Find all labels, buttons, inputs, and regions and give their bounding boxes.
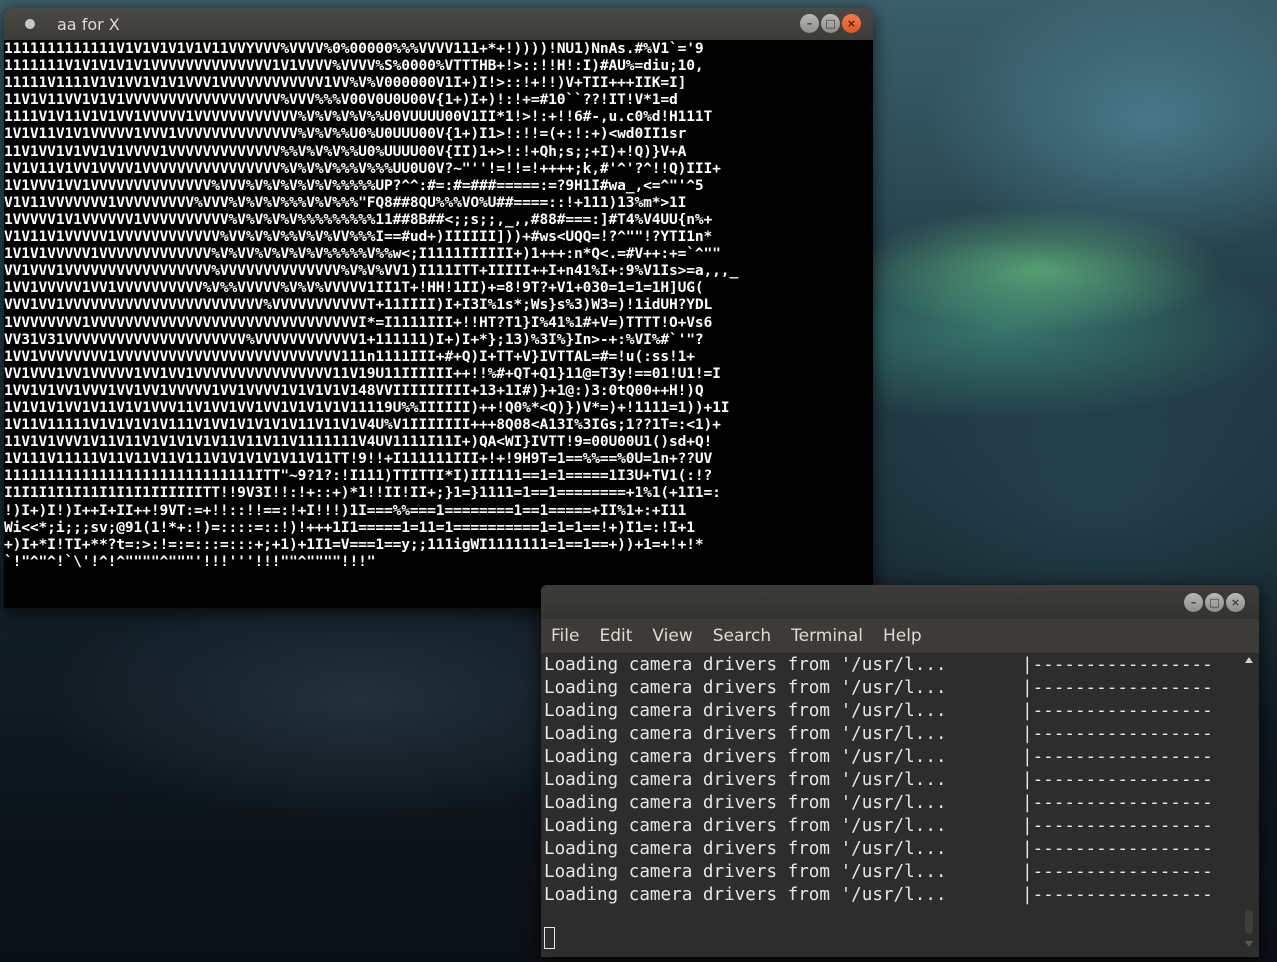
close-icon: ×: [846, 17, 857, 30]
close-button[interactable]: ×: [842, 14, 861, 33]
terminal-window[interactable]: – □ × File Edit View Search Terminal Hel…: [541, 585, 1259, 957]
aa-window-titlebar[interactable]: aa for X – □ ×: [4, 8, 873, 40]
terminal-scrollbar[interactable]: [1243, 655, 1255, 951]
minimize-button[interactable]: –: [800, 14, 819, 33]
terminal-line-text: Loading camera drivers from '/usr/l...: [544, 885, 947, 905]
terminal-line-text: Loading camera drivers from '/usr/l...: [544, 701, 947, 721]
ascii-art-line: 11V1VV1V1VV1V1VVVV1VVVVVVVVVVVVV%%V%V%V%…: [4, 142, 687, 160]
ascii-art-line: VV1VVV1VV1VVVVV1VV1VV1VVVVVVVVVVVVVVVV11…: [4, 364, 721, 382]
ascii-art-line: 1VV1V1VV1VVV1VV1VV1VVVVV1VV1VVVV1V1V1V1V…: [4, 381, 704, 399]
ascii-art-line: VV1VVV1VVVVVVVVVVVVVVVVV%VVVVVVVVVVVVVV%…: [4, 262, 739, 280]
ascii-art-line: Wi<<*;i;;;sv;@91(1!*+:!)=::::=::!)!+++1I…: [4, 518, 695, 536]
terminal-line-text: Loading camera drivers from '/usr/l...: [544, 747, 947, 767]
maximize-icon: □: [825, 17, 836, 30]
close-icon: ×: [1230, 596, 1241, 609]
ascii-art-line: 11V1V1VVV1V11V11V1V1V1V1V11V11V11V111111…: [4, 433, 713, 451]
terminal-line-text: Loading camera drivers from '/usr/l...: [544, 770, 947, 790]
minimize-icon: –: [1190, 596, 1197, 609]
terminal-line: Loading camera drivers from '/usr/l... |-…: [544, 815, 1237, 838]
ascii-art-line: 1V11V11111V1V1V1V1V111V1VV1V1V1V1V11V11V…: [4, 416, 721, 434]
terminal-line-text: Loading camera drivers from '/usr/l...: [544, 839, 947, 859]
menu-edit[interactable]: Edit: [599, 626, 632, 646]
ascii-art-line: 1VV1VVVVVVVV1VVVVVVVVVVVVVVVVVVVVVVVVVV1…: [4, 347, 695, 365]
ascii-art-line: 11V1V11VV1V1V1VVVVVVVVVVVVVVVVVV%VVV%%%V…: [4, 91, 678, 109]
terminal-progress-bar: |-----------------: [1022, 885, 1213, 905]
terminal-progress-bar: |-----------------: [1022, 655, 1213, 675]
terminal-progress-bar: |-----------------: [1022, 862, 1213, 882]
scroll-down-icon[interactable]: [1245, 941, 1253, 947]
terminal-menubar: File Edit View Search Terminal Help: [541, 619, 1259, 653]
menu-file[interactable]: File: [551, 626, 579, 646]
terminal-body[interactable]: Loading camera drivers from '/usr/l... |-…: [541, 653, 1259, 957]
terminal-line: Loading camera drivers from '/usr/l... |-…: [544, 677, 1237, 700]
terminal-progress-bar: |-----------------: [1022, 816, 1213, 836]
ascii-art-line: VVV1VV1VVVVVVVVVVVVVVVVVVVVVVV%VVVVVVVVV…: [4, 296, 713, 314]
ascii-art-line: !)I+)I!)I++I+II++!9VT:=+!!::!!==:!+I!!!)…: [4, 501, 687, 519]
terminal-line: Loading camera drivers from '/usr/l... |-…: [544, 838, 1237, 861]
ascii-art-line: +)I+*I!TI+**?t=:>:!=:=:::=:::+;+1)+1I1=V…: [4, 535, 704, 553]
terminal-line: Loading camera drivers from '/usr/l... |-…: [544, 769, 1237, 792]
ascii-art-line: 1V1V11V1V1VVVVV1VVV1VVVVVVVVVVVVVV%V%V%%…: [4, 125, 687, 143]
terminal-output: Loading camera drivers from '/usr/l... |-…: [544, 654, 1237, 907]
aa-window-title: aa for X: [57, 14, 120, 34]
terminal-minimize-button[interactable]: –: [1184, 593, 1203, 612]
ascii-art-line: 1111111V1V1V1V1V1VVVVVVVVVVVVVV1V1VVVV%V…: [4, 57, 704, 75]
menu-terminal[interactable]: Terminal: [791, 626, 863, 646]
ascii-art-line: 1VVVVVVVV1VVVVVVVVVVVVVVVVVVVVVVVVVVVVVV…: [4, 313, 713, 331]
ascii-art-line: 1V1VVV1VV1VVVVVVVVVVVVVV%VVV%V%V%V%V%V%%…: [4, 176, 704, 194]
ascii-art-line: 1V111V11111V11V11V11V111V1V1V1V1V11V11TT…: [4, 450, 713, 468]
terminal-line-text: Loading camera drivers from '/usr/l...: [544, 816, 947, 836]
terminal-progress-bar: |-----------------: [1022, 793, 1213, 813]
terminal-line-text: Loading camera drivers from '/usr/l...: [544, 678, 947, 698]
terminal-line-text: Loading camera drivers from '/usr/l...: [544, 793, 947, 813]
terminal-line-text: Loading camera drivers from '/usr/l...: [544, 724, 947, 744]
ascii-art-line: 11111V1111V1V1VV1V1V1VVV1VVVVVVVVVVVV1VV…: [4, 74, 687, 92]
terminal-line: Loading camera drivers from '/usr/l... |-…: [544, 746, 1237, 769]
terminal-window-controls: – □ ×: [1184, 593, 1245, 612]
terminal-line-text: Loading camera drivers from '/usr/l...: [544, 862, 947, 882]
ascii-art-line: 1VV1VVVVV1VV1VVVVVVVVVV%V%%VVVVV%V%V%VVV…: [4, 279, 704, 297]
terminal-progress-bar: |-----------------: [1022, 839, 1213, 859]
terminal-line: Loading camera drivers from '/usr/l... |-…: [544, 654, 1237, 677]
aa-window[interactable]: aa for X – □ × 1111111111111V1V1V1V1V1V1…: [4, 8, 873, 608]
aa-window-controls: – □ ×: [800, 14, 861, 33]
menu-help[interactable]: Help: [883, 626, 922, 646]
ascii-art-line: 1V1V1V1VV1V11V1V1VVV11V1VV1VV1VV1V1V1V1V…: [4, 398, 730, 416]
ascii-art-line: 1V1V1VVVVV1VVVVVVVVVVVVV%V%VV%V%V%V%V%%%…: [4, 245, 721, 263]
menu-view[interactable]: View: [652, 626, 692, 646]
ascii-art-line: V1V11V1VVVVV1VVVVVVVVVVVV%VV%V%V%%V%V%VV…: [4, 228, 713, 246]
ascii-art-line: 1111V1V11V1V1VV1VVVVV1VVVVVVVVVVVV%V%V%V…: [4, 108, 713, 126]
maximize-button[interactable]: □: [821, 14, 840, 33]
ascii-art-line: I1I1I1I1I11I1I1I1IIIIIITT!!9V3I!!:!+::+)…: [4, 484, 721, 502]
scroll-up-icon[interactable]: [1245, 657, 1253, 663]
terminal-line: Loading camera drivers from '/usr/l... |-…: [544, 723, 1237, 746]
ascii-art-line: 1111111111111V1V1V1V1V1V11VVYVVV%VVVV%0%…: [4, 40, 704, 57]
terminal-line: Loading camera drivers from '/usr/l... |-…: [544, 700, 1237, 723]
terminal-progress-bar: |-----------------: [1022, 770, 1213, 790]
minimize-icon: –: [806, 17, 813, 30]
ascii-art-line: 1VVVVV1V1VVVVVV1VVVVVVVVVV%V%V%V%V%%%%%%…: [4, 210, 713, 228]
ascii-art-line: 11111111111111111111111111111ITT"~9?1?:!…: [4, 467, 713, 485]
ascii-art-line: VV31V31VVVVVVVVVVVVVVVVVVVVV%VVVVVVVVVVV…: [4, 330, 704, 348]
terminal-maximize-button[interactable]: □: [1205, 593, 1224, 612]
ascii-art-line: `!"^"^!`\'!^!^""""^"""'!!!'''!!!""^""""!…: [4, 552, 376, 570]
terminal-close-button[interactable]: ×: [1226, 593, 1245, 612]
maximize-icon: □: [1209, 596, 1220, 609]
terminal-progress-bar: |-----------------: [1022, 747, 1213, 767]
ascii-art-line: 1V1V11V1VV1VVVV1VVVVVVVVVVVVVVVV%V%V%V%%…: [4, 159, 721, 177]
ascii-art-canvas: 1111111111111V1V1V1V1V1V11VVYVVV%VVVV%0%…: [4, 40, 873, 608]
terminal-cursor: [544, 927, 555, 949]
window-menu-icon[interactable]: [25, 19, 35, 29]
scroll-thumb[interactable]: [1245, 910, 1253, 934]
terminal-progress-bar: |-----------------: [1022, 724, 1213, 744]
menu-search[interactable]: Search: [713, 626, 771, 646]
terminal-progress-bar: |-----------------: [1022, 678, 1213, 698]
terminal-line-text: Loading camera drivers from '/usr/l...: [544, 655, 947, 675]
terminal-line: Loading camera drivers from '/usr/l... |-…: [544, 861, 1237, 884]
ascii-art-line: V1V11VVVVVVV1VVVVVVVVV%VVV%V%V%V%%%V%V%%…: [4, 193, 687, 211]
terminal-progress-bar: |-----------------: [1022, 701, 1213, 721]
terminal-line: Loading camera drivers from '/usr/l... |-…: [544, 884, 1237, 907]
terminal-line: Loading camera drivers from '/usr/l... |-…: [544, 792, 1237, 815]
terminal-titlebar[interactable]: – □ ×: [541, 585, 1259, 619]
